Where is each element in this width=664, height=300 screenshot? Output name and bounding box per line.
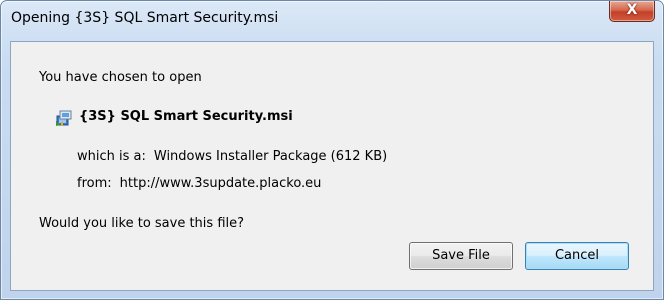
cancel-button[interactable]: Cancel [525, 242, 629, 270]
file-type-value: Windows Installer Package (612 KB) [153, 149, 388, 164]
close-button[interactable]: X [609, 1, 655, 22]
msi-installer-icon [56, 110, 72, 126]
dialog-body: You have chosen to open {3S} SQL Smart S… [10, 41, 654, 291]
save-question: Would you like to save this file? [39, 216, 245, 231]
file-type-line: which is a: Windows Installer Package (61… [77, 149, 387, 164]
download-dialog-window: Opening {3S} SQL Smart Security.msi X Yo… [0, 0, 664, 300]
window-title: Opening {3S} SQL Smart Security.msi [11, 10, 279, 26]
title-bar[interactable]: Opening {3S} SQL Smart Security.msi X [1, 1, 663, 31]
intro-text: You have chosen to open [39, 70, 202, 85]
save-file-button[interactable]: Save File [409, 242, 513, 270]
file-name: {3S} SQL Smart Security.msi [79, 109, 293, 124]
source-label: from: [77, 176, 112, 191]
file-type-label: which is a: [77, 149, 146, 164]
source-url: http://www.3supdate.placko.eu [119, 176, 322, 191]
close-icon: X [626, 2, 638, 18]
source-line: from: http://www.3supdate.placko.eu [77, 176, 321, 191]
